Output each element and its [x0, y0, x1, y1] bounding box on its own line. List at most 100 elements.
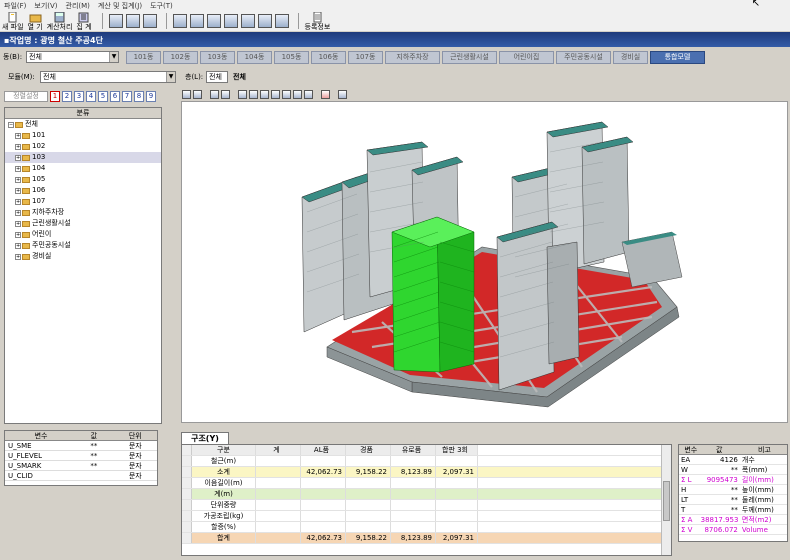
table-row[interactable]: H ** 높이(mm)	[679, 485, 787, 495]
table-row[interactable]: Σ A 38817.953 면적(m2)	[679, 515, 787, 525]
tool-icon-4[interactable]	[172, 14, 187, 28]
tree-item[interactable]: +101	[5, 130, 161, 141]
level-8-button[interactable]: 8	[134, 91, 144, 102]
new-file-button[interactable]: 새 파일	[2, 12, 24, 31]
table-row[interactable]: U_SME ** 문자	[5, 441, 157, 451]
tab-neighborhood[interactable]: 근린생활시설	[442, 51, 497, 64]
floor-select[interactable]: 전체	[206, 71, 228, 83]
view-icon-3[interactable]	[210, 89, 219, 99]
view-icon-2[interactable]	[193, 89, 202, 99]
table-row[interactable]: 계(m)	[182, 489, 671, 500]
tab-integrated-model[interactable]: 통합모델	[650, 51, 705, 64]
tab-103[interactable]: 103동	[200, 51, 235, 64]
tab-106[interactable]: 106동	[311, 51, 346, 64]
tab-community[interactable]: 주민공동시설	[556, 51, 611, 64]
table-row[interactable]: LT ** 둘레(mm)	[679, 495, 787, 505]
tab-104[interactable]: 104동	[237, 51, 272, 64]
vertical-scrollbar[interactable]	[661, 445, 671, 555]
view-cube-icon-2[interactable]	[249, 89, 258, 99]
expand-icon[interactable]: +	[15, 154, 21, 161]
tab-102[interactable]: 102동	[163, 51, 198, 64]
tool-icon-3[interactable]	[142, 14, 157, 28]
table-row[interactable]: Σ V 8706.072 Volume	[679, 525, 787, 535]
expand-icon[interactable]: +	[15, 209, 21, 216]
table-row[interactable]: 단위중량	[182, 500, 671, 511]
tab-105[interactable]: 105동	[274, 51, 309, 64]
expand-icon[interactable]: +	[15, 176, 21, 183]
building-select[interactable]: 전체 ▼	[26, 51, 119, 63]
table-row[interactable]: 소계 42,062.73 9,158.22 8,123.89 2,097.31	[182, 467, 671, 478]
tree-item[interactable]: + 어린이	[5, 229, 161, 240]
aggregate-button[interactable]: 집 계	[76, 12, 92, 31]
tool-icon-1[interactable]	[108, 14, 123, 28]
tree-item[interactable]: +104	[5, 163, 161, 174]
level-3-button[interactable]: 3	[74, 91, 84, 102]
tree-item[interactable]: + 주민공동시설	[5, 240, 161, 251]
table-row[interactable]: W ** 폭(mm)	[679, 465, 787, 475]
menu-calc[interactable]: 계산 및 집계(J)	[94, 1, 146, 11]
view-cube-icon-7[interactable]	[304, 89, 313, 99]
tree-item[interactable]: +106	[5, 185, 161, 196]
expand-icon[interactable]: +	[15, 198, 21, 205]
table-row[interactable]: T ** 두께(mm)	[679, 505, 787, 515]
table-row[interactable]: 합계 42,062.73 9,158.22 8,123.89 2,097.31	[182, 533, 671, 544]
tool-icon-10[interactable]	[274, 14, 289, 28]
view-cube-icon-6[interactable]	[293, 89, 302, 99]
table-row[interactable]: 할증(%)	[182, 522, 671, 533]
table-row[interactable]: 이음길이(m)	[182, 478, 671, 489]
expand-icon[interactable]: +	[15, 253, 21, 260]
tab-107[interactable]: 107동	[348, 51, 383, 64]
level-7-button[interactable]: 7	[122, 91, 132, 102]
sort-settings-button[interactable]: 정렬설정	[4, 91, 48, 102]
level-5-button[interactable]: 5	[98, 91, 108, 102]
expand-icon[interactable]: +	[15, 187, 21, 194]
view-cube-icon-3[interactable]	[260, 89, 269, 99]
level-9-button[interactable]: 9	[146, 91, 156, 102]
tab-parking[interactable]: 지하주차장	[385, 51, 440, 64]
table-row[interactable]: U_FLEVEL ** 문자	[5, 451, 157, 461]
tool-icon-7[interactable]	[223, 14, 238, 28]
view-icon-4[interactable]	[221, 89, 230, 99]
menu-tools[interactable]: 도구(T)	[146, 1, 177, 11]
module-select[interactable]: 전체 ▼	[40, 71, 176, 83]
table-row[interactable]: 가공조립(kg)	[182, 511, 671, 522]
expand-icon[interactable]: +	[15, 143, 21, 150]
expand-icon[interactable]: +	[15, 242, 21, 249]
expand-icon[interactable]: +	[15, 231, 21, 238]
tool-icon-6[interactable]	[206, 14, 221, 28]
table-row[interactable]: EA 4126 개수	[679, 455, 787, 465]
level-1-button[interactable]: 1	[50, 91, 60, 102]
tool-icon-5[interactable]	[189, 14, 204, 28]
collapse-icon[interactable]: −	[8, 121, 14, 128]
tree-item[interactable]: +107	[5, 196, 161, 207]
tab-structure[interactable]: 구조(Y)	[181, 432, 229, 444]
menu-manage[interactable]: 관리(M)	[62, 1, 94, 11]
view-icon-1[interactable]	[182, 89, 191, 99]
scroll-thumb[interactable]	[663, 481, 670, 521]
expand-icon[interactable]: +	[15, 132, 21, 139]
view-cube-icon-1[interactable]	[238, 89, 247, 99]
cloud-icon[interactable]	[338, 89, 347, 99]
register-info-button[interactable]: 등록정보	[305, 12, 330, 31]
tab-101[interactable]: 101동	[126, 51, 161, 64]
level-4-button[interactable]: 4	[86, 91, 96, 102]
tree-item[interactable]: +102	[5, 141, 161, 152]
expand-icon[interactable]: +	[15, 220, 21, 227]
tree-root[interactable]: − 전체	[5, 119, 161, 130]
tree-item[interactable]: + 경비실	[5, 251, 161, 262]
view-cube-icon-4[interactable]	[271, 89, 280, 99]
tab-guardhouse[interactable]: 경비실	[613, 51, 648, 64]
expand-icon[interactable]: +	[15, 165, 21, 172]
tree-item[interactable]: + 지하주차장	[5, 207, 161, 218]
view-cube-icon-5[interactable]	[282, 89, 291, 99]
list-icon[interactable]	[321, 89, 330, 99]
tree-item[interactable]: +105	[5, 174, 161, 185]
menu-file[interactable]: 파일(F)	[0, 1, 30, 11]
menu-view[interactable]: 보기(V)	[30, 1, 61, 11]
level-2-button[interactable]: 2	[62, 91, 72, 102]
level-6-button[interactable]: 6	[110, 91, 120, 102]
table-row[interactable]: U_CLID 문자	[5, 471, 157, 481]
tab-daycare[interactable]: 어린이집	[499, 51, 554, 64]
tool-icon-8[interactable]	[240, 14, 255, 28]
table-row[interactable]: U_SMARK ** 문자	[5, 461, 157, 471]
